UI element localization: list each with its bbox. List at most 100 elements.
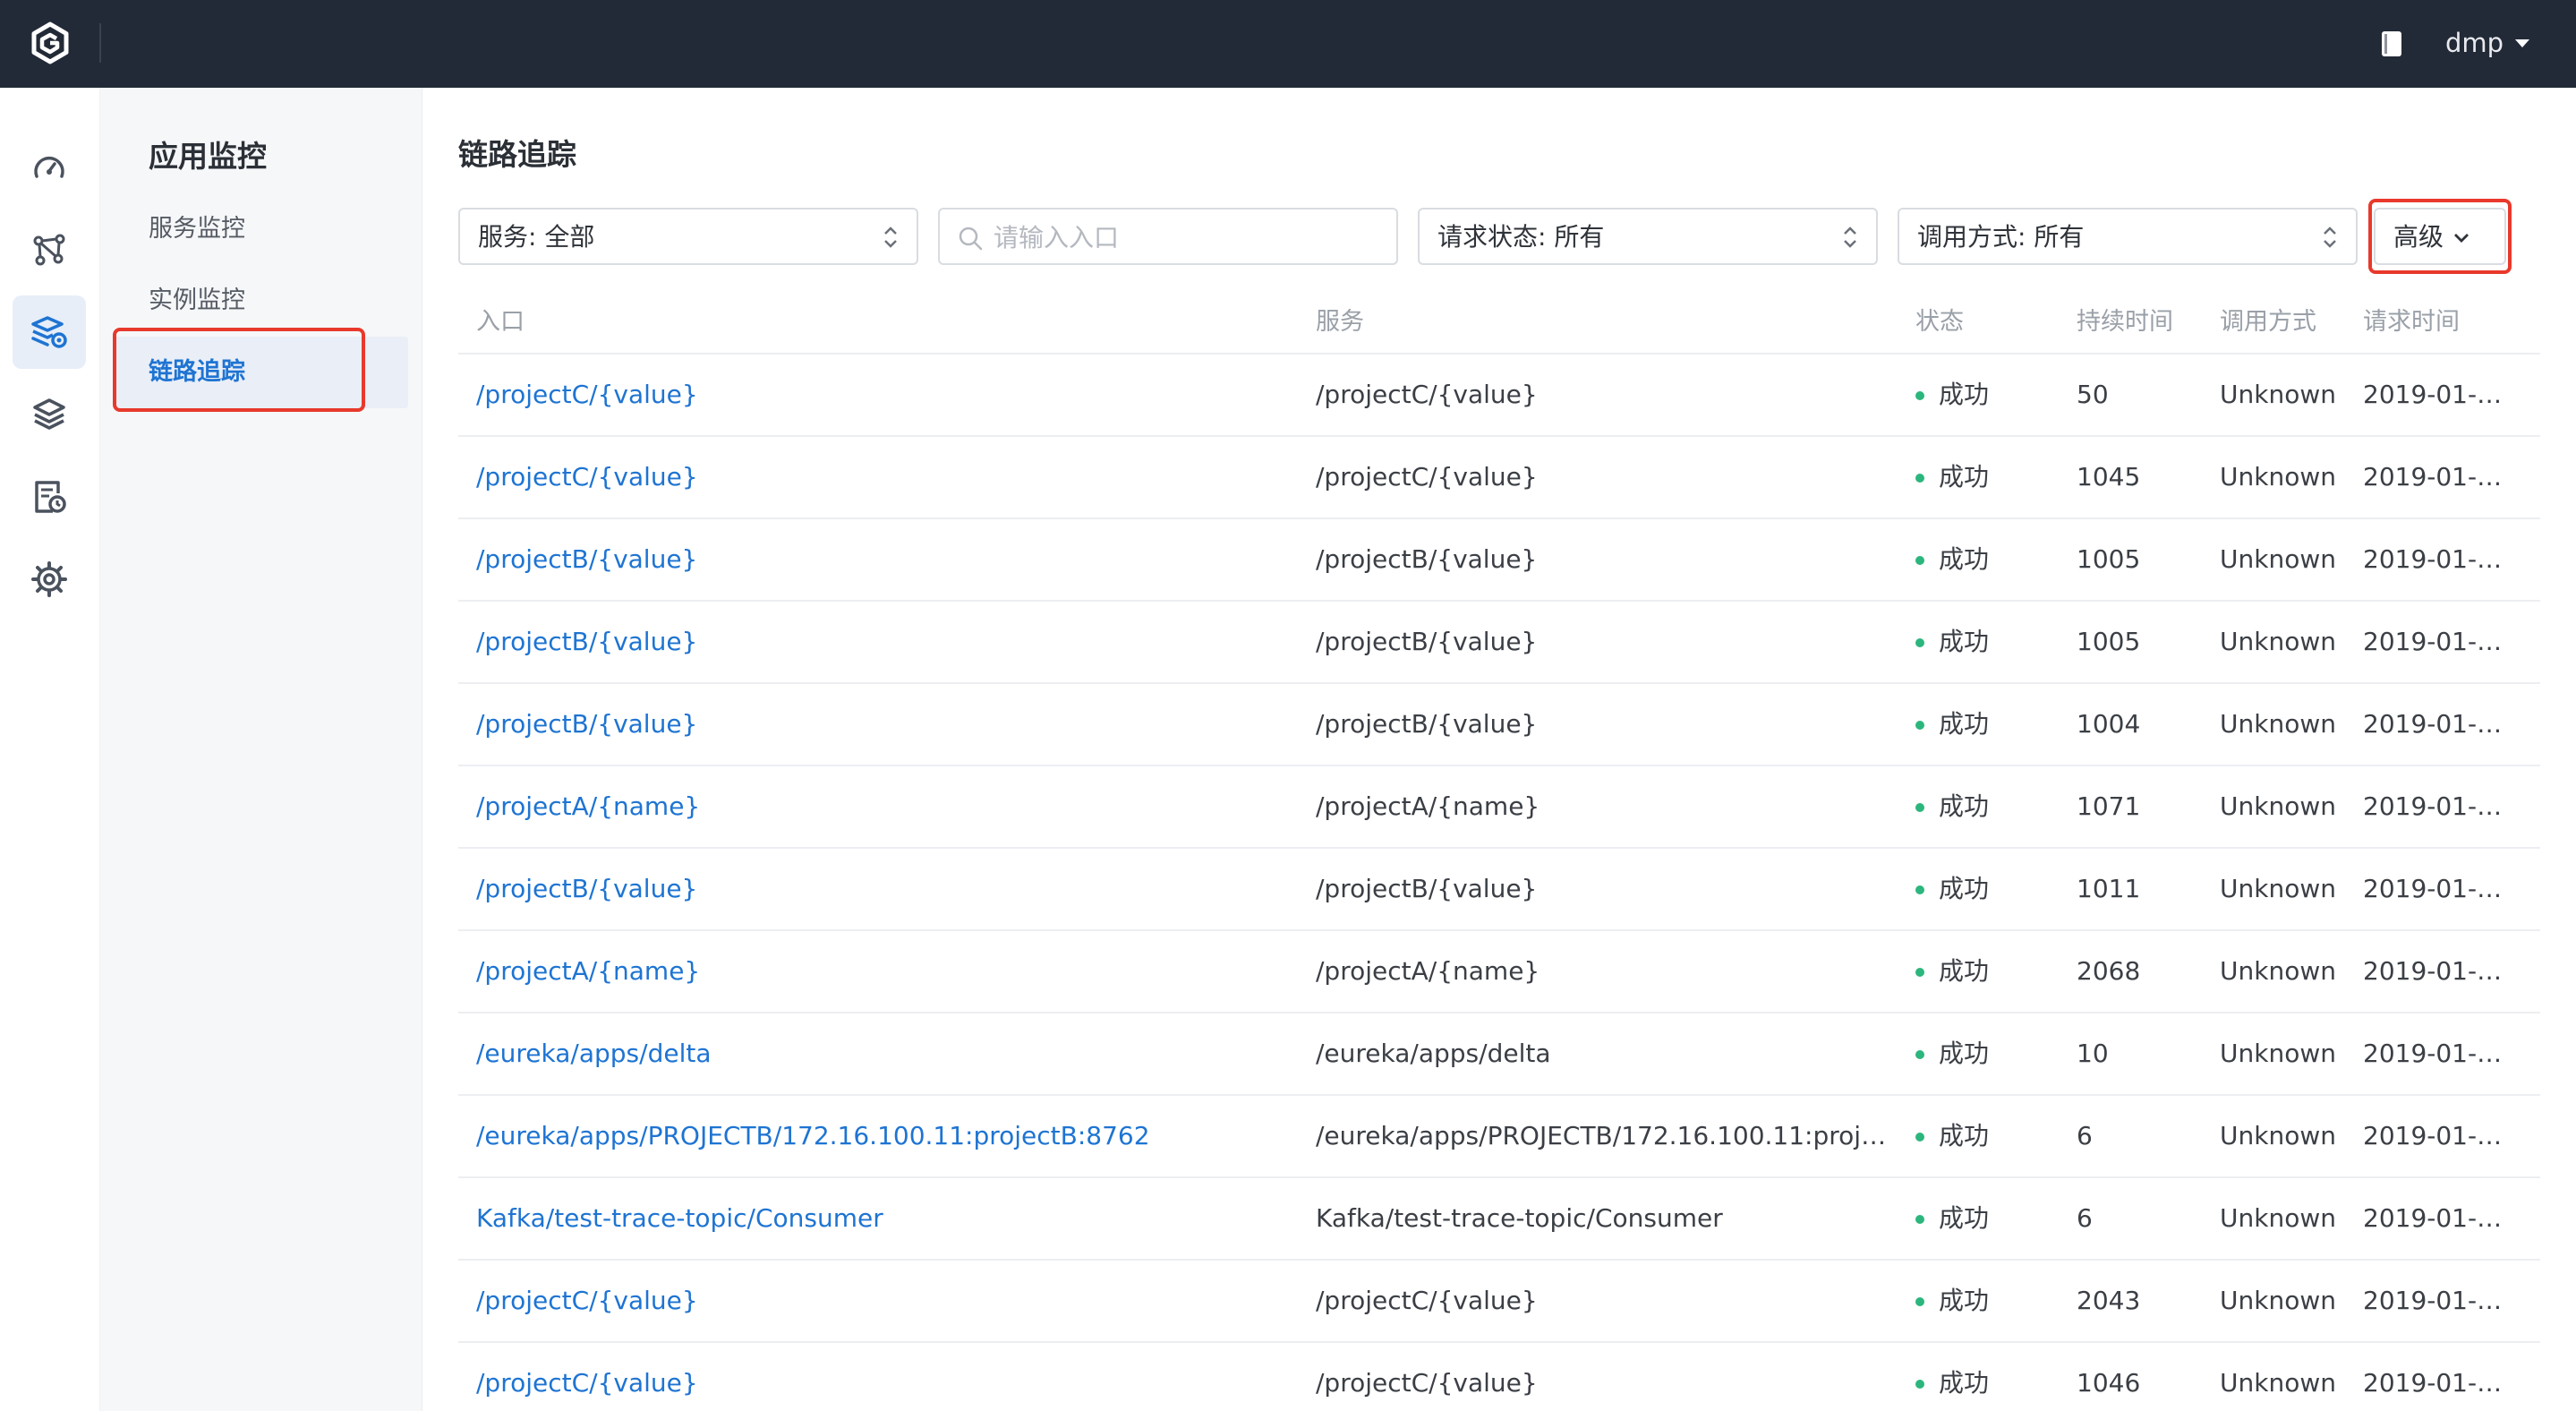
trace-entry-link[interactable]: Kafka/test-trace-topic/Consumer (476, 1200, 1282, 1237)
rail-item-topology[interactable] (13, 213, 86, 286)
request-status-select[interactable]: 请求状态: 所有 (1418, 208, 1878, 265)
table-row[interactable]: /projectB/{value} /projectB/{value} 成功 1005… (458, 602, 2540, 684)
trace-entry-link[interactable]: /projectB/{value} (476, 541, 1282, 578)
trace-entry-link[interactable]: /eureka/apps/delta (476, 1035, 1282, 1073)
request-time-cell: 2019-01-3... (2363, 956, 2515, 986)
service-cell: /projectB/{value} (1316, 544, 1538, 574)
rail-item-settings[interactable] (13, 543, 86, 616)
trace-entry-link[interactable]: /projectA/{name} (476, 953, 1282, 990)
icon-rail (0, 88, 100, 1411)
trace-entry-link[interactable]: /projectB/{value} (476, 706, 1282, 743)
call-method-cell: Unknown (2220, 1121, 2336, 1150)
service-cell: /projectC/{value} (1316, 1368, 1538, 1398)
table-row[interactable]: /projectC/{value} /projectC/{value} 成功 1046… (458, 1343, 2540, 1411)
status-success-dot-icon (1915, 885, 1924, 894)
table-header: 入口 服务 状态 持续时间 调用方式 请求时间 (458, 286, 2540, 355)
table-row[interactable]: /projectA/{name} /projectA/{name} 成功 2068 Un… (458, 931, 2540, 1013)
request-time-cell: 2019-01-3... (2363, 544, 2515, 574)
request-time-cell: 2019-01-3... (2363, 1121, 2515, 1150)
trace-entry-link[interactable]: /projectB/{value} (476, 870, 1282, 908)
request-time-cell: 2019-01-3... (2363, 791, 2515, 821)
user-name[interactable]: dmp (2445, 25, 2503, 61)
duration-cell: 10 (2077, 1039, 2109, 1068)
subnav-item-instance-monitor[interactable]: 实例监控 (113, 265, 408, 337)
service-cell: /projectA/{name} (1316, 956, 1540, 986)
trace-entry-link[interactable]: /eureka/apps/PROJECTB/172.16.100.11:proj… (476, 1117, 1282, 1155)
table-row[interactable]: /projectA/{name} /projectA/{name} 成功 1071 Un… (458, 766, 2540, 849)
service-cell: Kafka/test-trace-topic/Consumer (1316, 1203, 1723, 1233)
highlight-box-nav (113, 328, 365, 412)
table-row[interactable]: /projectC/{value} /projectC/{value} 成功 50 Un… (458, 355, 2540, 437)
call-method-select[interactable]: 调用方式: 所有 (1898, 208, 2358, 265)
trace-entry-link[interactable]: /projectC/{value} (476, 1282, 1282, 1320)
call-method-cell: Unknown (2220, 1368, 2336, 1398)
entry-search-field[interactable] (938, 208, 1398, 265)
table-row[interactable]: /projectC/{value} /projectC/{value} 成功 2043… (458, 1261, 2540, 1343)
status-cell: 成功 (1939, 874, 1990, 903)
updown-chevron-icon (2324, 227, 2336, 248)
request-status-value: 请求状态: 所有 (1437, 222, 1605, 252)
topbar-divider (99, 23, 101, 63)
status-cell: 成功 (1939, 462, 1990, 492)
call-method-cell: Unknown (2220, 627, 2336, 656)
request-time-cell: 2019-01-3... (2363, 380, 2515, 409)
trace-entry-link[interactable]: /projectA/{name} (476, 788, 1282, 825)
entry-search-input[interactable] (994, 218, 1378, 256)
table-row[interactable]: /projectB/{value} /projectB/{value} 成功 1004… (458, 684, 2540, 766)
status-success-dot-icon (1915, 1297, 1924, 1306)
rail-item-logs[interactable] (13, 460, 86, 534)
status-cell: 成功 (1939, 1203, 1990, 1233)
duration-cell: 1071 (2077, 791, 2141, 821)
status-success-dot-icon (1915, 1133, 1924, 1142)
subnav-item-service-monitor[interactable]: 服务监控 (113, 193, 408, 265)
status-success-dot-icon (1915, 556, 1924, 565)
table-body: /projectC/{value} /projectC/{value} 成功 50 Un… (458, 355, 2540, 1411)
service-select[interactable]: 服务: 全部 (458, 208, 918, 265)
call-method-cell: Unknown (2220, 874, 2336, 903)
duration-cell: 50 (2077, 380, 2109, 409)
dashboard-gauge-icon (34, 156, 64, 178)
table-row[interactable]: Kafka/test-trace-topic/Consumer Kafka/tes… (458, 1178, 2540, 1261)
column-header-status[interactable]: 状态 (1915, 304, 1964, 340)
status-success-dot-icon (1915, 1215, 1924, 1224)
rail-item-layers[interactable] (13, 378, 86, 451)
service-cell: /eureka/apps/PROJECTB/172.16.100.11:proj… (1316, 1121, 1889, 1150)
status-cell: 成功 (1939, 380, 1990, 409)
page-title: 链路追踪 (458, 137, 576, 172)
column-header-duration[interactable]: 持续时间 (2077, 304, 2202, 340)
caret-down-icon[interactable] (2512, 32, 2533, 54)
table-row[interactable]: /eureka/apps/PROJECTB/172.16.100.11:proj… (458, 1096, 2540, 1178)
trace-entry-link[interactable]: /projectC/{value} (476, 458, 1282, 496)
document-icon[interactable] (2381, 30, 2402, 57)
request-time-cell: 2019-01-3... (2363, 1203, 2515, 1233)
column-header-entry[interactable]: 入口 (476, 304, 1282, 340)
logo-g-icon[interactable] (29, 21, 72, 64)
rail-item-dashboard[interactable] (13, 131, 86, 204)
duration-cell: 1046 (2077, 1368, 2141, 1398)
rail-item-app-monitor[interactable] (13, 295, 86, 369)
table-row[interactable]: /projectC/{value} /projectC/{value} 成功 1045… (458, 437, 2540, 519)
status-cell: 成功 (1939, 791, 1990, 821)
status-cell: 成功 (1939, 1039, 1990, 1068)
request-time-cell: 2019-01-3... (2363, 709, 2515, 739)
column-header-request-time[interactable]: 请求时间 (2363, 304, 2515, 340)
table-row[interactable]: /projectB/{value} /projectB/{value} 成功 1011… (458, 849, 2540, 931)
table-row[interactable]: /projectB/{value} /projectB/{value} 成功 1005… (458, 519, 2540, 602)
call-method-cell: Unknown (2220, 462, 2336, 492)
trace-entry-link[interactable]: /projectC/{value} (476, 1364, 1282, 1402)
column-header-service[interactable]: 服务 (1316, 304, 1889, 340)
app-monitor-icon (31, 316, 67, 348)
layers-icon (33, 398, 65, 430)
table-row[interactable]: /eureka/apps/delta/eureka/apps/delta 成功 10… (458, 1013, 2540, 1096)
top-bar: dmp (0, 0, 2576, 88)
duration-cell: 2068 (2077, 956, 2141, 986)
call-method-cell: Unknown (2220, 791, 2336, 821)
main-content: 链路追踪 服务: 全部 请求状态: 所有 调用方式: 所有 高级 (422, 88, 2576, 1411)
column-header-call-method[interactable]: 调用方式 (2220, 304, 2363, 340)
trace-entry-link[interactable]: /projectB/{value} (476, 623, 1282, 661)
trace-entry-link[interactable]: /projectC/{value} (476, 376, 1282, 414)
status-success-dot-icon (1915, 1380, 1924, 1389)
duration-cell: 1005 (2077, 627, 2141, 656)
call-method-value: 调用方式: 所有 (1917, 222, 2085, 252)
service-cell: /projectC/{value} (1316, 462, 1538, 492)
